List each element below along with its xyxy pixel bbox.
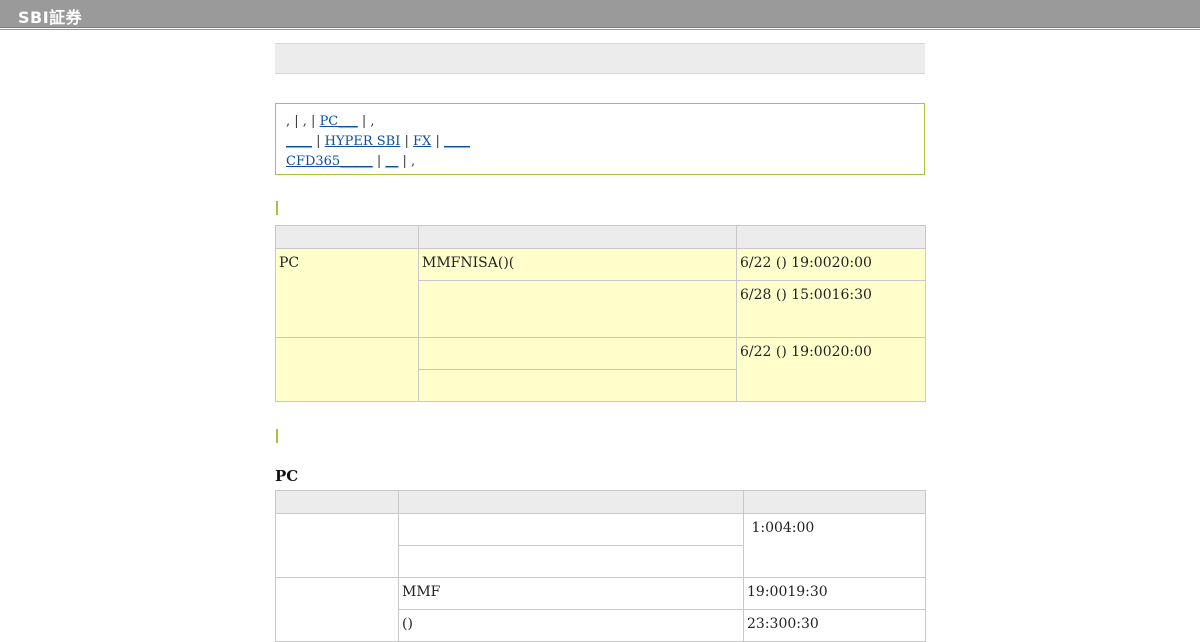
table-cell: () <box>398 609 744 642</box>
table-cell: 6/28 () 15:0016:30 <box>736 280 926 338</box>
table-row: 6/22 () 19:0020:00 <box>275 337 926 402</box>
table-row: 1:004:00 <box>275 513 926 578</box>
table-cell <box>418 280 737 338</box>
table-cell: 6/22 () 19:0020:00 <box>736 248 926 281</box>
maintenance-table-1: PC MMFNISA()( 6/22 () 19:0020:00 6/28 ()… <box>275 225 926 402</box>
table-cell: MMFNISA()( <box>418 248 737 281</box>
notice-line-1: , | , | PC___ | , <box>286 114 375 129</box>
notice-line-3: CFD365_____ | __ | , <box>286 154 416 169</box>
gray-banner <box>275 43 925 74</box>
table-header-row <box>275 225 926 249</box>
notice-box: , | , | PC___ | , ____ | HYPER SBI | FX … <box>275 103 925 175</box>
table-cell: 6/22 () 19:0020:00 <box>736 337 926 402</box>
table-cell <box>418 369 737 402</box>
notice-line-2: ____ | HYPER SBI | FX | ____ <box>286 134 470 149</box>
section-marker-2 <box>276 429 278 443</box>
table-cell: 1:004:00 <box>743 513 926 578</box>
link-cfd365[interactable]: CFD365_____ <box>286 154 373 169</box>
sbi-logo[interactable]: SBI証券 <box>18 4 82 28</box>
table-cell: PC <box>275 248 419 338</box>
table-cell <box>418 337 737 370</box>
table-header-row <box>275 490 926 514</box>
site-header: SBI証券 <box>0 0 1200 28</box>
header-divider <box>0 29 1200 30</box>
table-cell <box>398 513 744 546</box>
maintenance-table-2: 1:004:00 MMF 19:0019:30 () 23:300:30 <box>275 490 926 642</box>
table-cell: 23:300:30 <box>743 609 926 642</box>
table-cell <box>275 513 399 578</box>
table-row: MMF 19:0019:30 <box>275 577 926 642</box>
section-marker-1 <box>276 201 278 215</box>
table-row: PC MMFNISA()( 6/22 () 19:0020:00 <box>275 248 926 338</box>
link-blank-2[interactable]: ____ <box>444 134 470 149</box>
section-title: PC <box>275 467 299 485</box>
table-cell: 19:0019:30 <box>743 577 926 610</box>
link-pc[interactable]: PC___ <box>320 114 358 129</box>
table-cell <box>275 337 419 402</box>
link-blank-1[interactable]: ____ <box>286 134 312 149</box>
link-fx[interactable]: FX <box>413 134 431 149</box>
link-blank-3[interactable]: __ <box>385 154 398 169</box>
table-cell <box>398 545 744 578</box>
table-cell <box>275 577 399 642</box>
table-cell: MMF <box>398 577 744 610</box>
link-hyper-sbi[interactable]: HYPER SBI <box>325 134 401 149</box>
